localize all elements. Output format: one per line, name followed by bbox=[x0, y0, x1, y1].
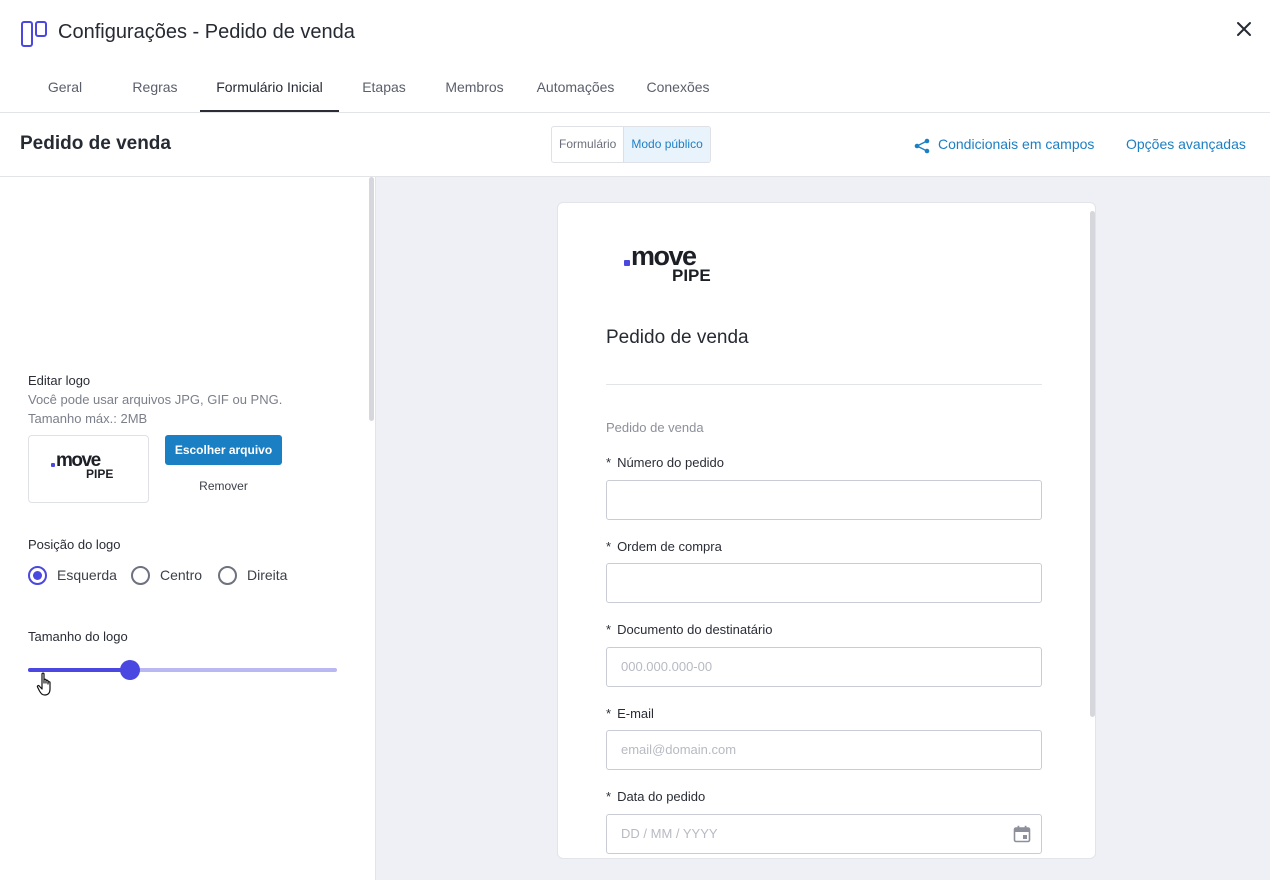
required-marker: * bbox=[606, 539, 612, 554]
logo-dot bbox=[51, 463, 55, 467]
movepipe-logo: move PIPE bbox=[51, 451, 113, 480]
documento-input[interactable]: 000.000.000-00 bbox=[606, 647, 1042, 687]
logo-size-title: Tamanho do logo bbox=[28, 629, 128, 644]
form-card: move PIPE Pedido de venda Pedido de vend… bbox=[557, 202, 1096, 859]
radio-label: Centro bbox=[160, 567, 203, 583]
field-label-text: Ordem de compra bbox=[617, 539, 722, 554]
form-logo: move PIPE bbox=[624, 243, 711, 284]
required-marker: * bbox=[606, 789, 612, 804]
radio-button[interactable] bbox=[131, 565, 150, 585]
field-label-text: Número do pedido bbox=[617, 455, 725, 470]
email-input[interactable]: email@domain.com bbox=[606, 730, 1042, 770]
window-title: Configurações - Pedido de venda bbox=[58, 21, 355, 43]
calendar-icon[interactable] bbox=[1013, 825, 1031, 843]
logo-word-pipe: PIPE bbox=[672, 266, 711, 285]
tab-membros[interactable]: Membros bbox=[436, 64, 513, 112]
slider-thumb[interactable] bbox=[119, 660, 140, 680]
field-label-ordem-compra: * Ordem de compra bbox=[606, 539, 722, 554]
logo-settings-panel: Editar logo Você pode usar arquivos JPG,… bbox=[0, 177, 376, 880]
logo-dot bbox=[624, 260, 630, 266]
advanced-options-link[interactable]: Opções avançadas bbox=[1126, 136, 1246, 152]
toggle-modo-publico[interactable]: Modo público bbox=[623, 127, 710, 162]
required-marker: * bbox=[606, 622, 612, 637]
edit-logo-title: Editar logo bbox=[28, 373, 91, 388]
tab-formulario-inicial[interactable]: Formulário Inicial bbox=[200, 64, 339, 112]
form-title: Pedido de venda bbox=[606, 327, 749, 348]
radio-button[interactable] bbox=[218, 565, 237, 585]
form-divider bbox=[606, 384, 1042, 385]
radio-label: Esquerda bbox=[57, 567, 117, 583]
share-nodes-icon[interactable] bbox=[914, 138, 930, 154]
panel-scrollbar[interactable] bbox=[369, 177, 374, 421]
pipe-board-icon bbox=[21, 21, 47, 47]
field-label-documento: * Documento do destinatário bbox=[606, 622, 772, 637]
logo-size-hint: Tamanho máx.: 2MB bbox=[28, 411, 148, 426]
data-pedido-input[interactable]: DD / MM / YYYY bbox=[606, 814, 1042, 854]
radio-direita[interactable]: Direita bbox=[218, 565, 287, 585]
field-label-text: E-mail bbox=[617, 706, 654, 721]
remove-logo-button[interactable]: Remover bbox=[165, 479, 282, 493]
field-label-data-pedido: * Data do pedido bbox=[606, 789, 705, 804]
numero-pedido-input[interactable] bbox=[606, 480, 1042, 520]
logo-size-slider[interactable] bbox=[28, 660, 337, 680]
settings-header: Configurações - Pedido de venda Geral Re… bbox=[0, 0, 1270, 113]
tab-regras[interactable]: Regras bbox=[118, 64, 192, 112]
conditional-fields-link[interactable]: Condicionais em campos bbox=[938, 136, 1094, 152]
logo-position-title: Posição do logo bbox=[28, 537, 121, 552]
tab-geral[interactable]: Geral bbox=[30, 64, 100, 112]
logo-word-pipe: PIPE bbox=[86, 467, 114, 481]
page-title: Pedido de venda bbox=[20, 133, 171, 154]
tab-etapas[interactable]: Etapas bbox=[350, 64, 418, 112]
public-form-preview: move PIPE Pedido de venda Pedido de vend… bbox=[376, 177, 1270, 880]
field-label-numero-pedido: * Número do pedido bbox=[606, 455, 724, 470]
view-mode-toggle: Formulário Modo público bbox=[551, 126, 711, 163]
form-subheader: Pedido de venda Formulário Modo público … bbox=[0, 113, 1270, 177]
logo-preview-thumbnail: move PIPE bbox=[28, 435, 149, 503]
radio-button-checked[interactable] bbox=[28, 565, 47, 585]
form-section-label: Pedido de venda bbox=[606, 420, 704, 435]
tab-conexoes[interactable]: Conexões bbox=[638, 64, 718, 112]
field-label-text: Documento do destinatário bbox=[617, 622, 773, 637]
toggle-formulario[interactable]: Formulário bbox=[552, 127, 623, 162]
tab-automacoes[interactable]: Automações bbox=[528, 64, 623, 112]
hand-cursor-icon bbox=[36, 672, 51, 696]
radio-centro[interactable]: Centro bbox=[131, 565, 202, 585]
card-scrollbar[interactable] bbox=[1090, 211, 1095, 717]
required-marker: * bbox=[606, 455, 612, 470]
radio-esquerda[interactable]: Esquerda bbox=[28, 565, 117, 585]
close-icon[interactable] bbox=[1232, 17, 1256, 41]
ordem-compra-input[interactable] bbox=[606, 563, 1042, 603]
radio-label: Direita bbox=[247, 567, 288, 583]
required-marker: * bbox=[606, 706, 612, 721]
field-label-email: * E-mail bbox=[606, 706, 654, 721]
field-label-text: Data do pedido bbox=[617, 789, 706, 804]
choose-file-button[interactable]: Escolher arquivo bbox=[165, 435, 282, 465]
logo-format-hint: Você pode usar arquivos JPG, GIF ou PNG. bbox=[28, 392, 283, 407]
date-placeholder: DD / MM / YYYY bbox=[621, 826, 718, 841]
